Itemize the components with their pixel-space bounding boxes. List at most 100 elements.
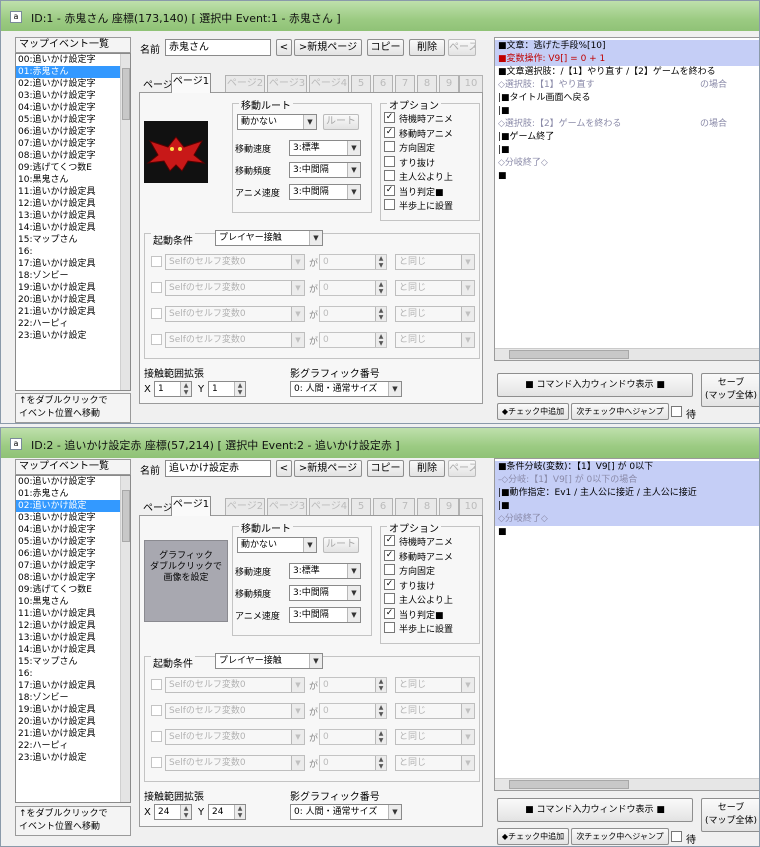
page-tab[interactable]: 6 bbox=[373, 498, 393, 516]
chevron-down-icon[interactable]: ▼ bbox=[291, 678, 304, 692]
event-list-item[interactable]: 07:追いかけ設定字 bbox=[16, 138, 120, 150]
condition-operator-select[interactable]: と同じ ▼ bbox=[395, 332, 475, 348]
page-tab[interactable]: 7 bbox=[395, 75, 415, 93]
paste-button[interactable]: ペースト bbox=[448, 460, 476, 477]
chevron-down-icon[interactable]: ▼ bbox=[388, 805, 401, 819]
event-list-item[interactable]: 12:追いかけ設定具 bbox=[16, 620, 120, 632]
chevron-down-icon[interactable]: ▼ bbox=[347, 608, 360, 622]
option-checkbox[interactable]: ✓ bbox=[384, 607, 395, 619]
event-list-item[interactable]: 01:赤鬼さん bbox=[16, 488, 120, 500]
condition-variable-select[interactable]: Selfのセルフ変数0 ▼ bbox=[165, 306, 305, 322]
condition-value[interactable]: 0 ▲ ▼ bbox=[319, 306, 387, 322]
page-tab[interactable]: 10 bbox=[459, 498, 483, 516]
chevron-down-icon[interactable]: ▼ bbox=[347, 163, 360, 177]
event-list[interactable]: 00:追いかけ設定字 01:赤鬼さん 02:追いかけ設定字 03:追いかけ設定字 04:… bbox=[15, 53, 131, 391]
freq-select[interactable]: 3:中間隔 ▼ bbox=[289, 162, 361, 178]
event-list-item[interactable]: 12:追いかけ設定具 bbox=[16, 198, 120, 210]
shadow-select[interactable]: 0: 人間・通常サイズ ▼ bbox=[290, 381, 402, 397]
chevron-down-icon[interactable]: ▼ bbox=[461, 333, 474, 347]
chevron-down-icon[interactable]: ▼ bbox=[291, 730, 304, 744]
page-tab[interactable]: 7 bbox=[395, 498, 415, 516]
save-button[interactable]: セーブ (マップ全体) bbox=[701, 798, 759, 832]
event-list-item[interactable]: 08:追いかけ設定字 bbox=[16, 150, 120, 162]
condition-value[interactable]: 0 ▲ ▼ bbox=[319, 677, 387, 693]
event-list-item[interactable]: 16: bbox=[16, 246, 120, 258]
scrollbar-thumb[interactable] bbox=[509, 780, 629, 789]
new-page-button[interactable]: >新規ページ bbox=[294, 460, 362, 477]
command-line[interactable]: -◇分岐:【1】V9[] が 0以下の場合 bbox=[495, 474, 759, 487]
event-list-item[interactable]: 14:追いかけ設定具 bbox=[16, 222, 120, 234]
event-list-item[interactable]: 06:追いかけ設定字 bbox=[16, 548, 120, 560]
option-checkbox[interactable] bbox=[384, 622, 395, 633]
option-checkbox[interactable] bbox=[384, 564, 395, 575]
page-tab[interactable]: ページ1 bbox=[171, 73, 211, 93]
chevron-down-icon[interactable]: ▼ bbox=[347, 564, 360, 578]
chevron-down-icon[interactable]: ▼ bbox=[461, 307, 474, 321]
range-x-stepper[interactable]: 1 ▲ ▼ bbox=[154, 381, 192, 397]
copy-button[interactable]: コピー bbox=[367, 460, 404, 477]
condition-variable-select[interactable]: Selfのセルフ変数0 ▼ bbox=[165, 677, 305, 693]
condition-operator-select[interactable]: と同じ ▼ bbox=[395, 703, 475, 719]
command-line[interactable]: ◇分岐終了◇ bbox=[495, 513, 759, 526]
trigger-select[interactable]: プレイヤー接触 ▼ bbox=[215, 230, 323, 246]
page-tab[interactable]: ページ4 bbox=[309, 498, 349, 516]
command-input-button[interactable]: ■ コマンド入力ウィンドウ表示 ■ bbox=[497, 373, 693, 397]
command-line[interactable]: |■ bbox=[498, 144, 510, 157]
event-list-item[interactable]: 19:追いかけ設定具 bbox=[16, 704, 120, 716]
event-list-item[interactable]: 04:追いかけ設定字 bbox=[16, 524, 120, 536]
event-list-item[interactable]: 11:追いかけ設定具 bbox=[16, 608, 120, 620]
event-list-item[interactable]: 00:追いかけ設定字 bbox=[16, 476, 120, 488]
check-add-button[interactable]: ◆チェック中追加 bbox=[497, 828, 569, 845]
copy-button[interactable]: コピー bbox=[367, 39, 404, 56]
stepper-arrows-icon[interactable]: ▲ ▼ bbox=[375, 756, 386, 770]
option-checkbox[interactable]: ✓ bbox=[384, 184, 395, 196]
stepper-arrows-icon[interactable]: ▲ ▼ bbox=[375, 307, 386, 321]
command-line[interactable]: ■文章：逃げた手段%[10] bbox=[495, 40, 759, 53]
prev-page-button[interactable]: < bbox=[276, 460, 292, 477]
command-line[interactable]: ◇分岐終了◇ bbox=[498, 157, 548, 170]
event-list-item[interactable]: 21:追いかけ設定具 bbox=[16, 728, 120, 740]
event-list-item[interactable]: 20:追いかけ設定具 bbox=[16, 716, 120, 728]
event-list-item[interactable]: 22:ハーピィ bbox=[16, 740, 120, 752]
event-list-scrollbar[interactable] bbox=[120, 476, 130, 802]
name-input[interactable]: 追いかけ設定赤 bbox=[165, 460, 271, 477]
page-tab[interactable]: 5 bbox=[351, 498, 371, 516]
event-list-item[interactable]: 03:追いかけ設定字 bbox=[16, 90, 120, 102]
condition-value[interactable]: 0 ▲ ▼ bbox=[319, 729, 387, 745]
command-line[interactable]: |■ bbox=[498, 105, 510, 118]
condition-value[interactable]: 0 ▲ ▼ bbox=[319, 254, 387, 270]
condition-operator-select[interactable]: と同じ ▼ bbox=[395, 254, 475, 270]
command-line[interactable]: |■ゲーム終了 bbox=[498, 131, 554, 144]
title-bar[interactable]: a ID:2 - 追いかけ設定赤 座標(57,214) [ 選択中 Event:… bbox=[1, 428, 759, 458]
stepper-arrows-icon[interactable]: ▲ ▼ bbox=[180, 382, 191, 396]
page-tab[interactable]: ページ2 bbox=[225, 498, 265, 516]
option-checkbox[interactable] bbox=[384, 155, 395, 167]
event-list-item[interactable]: 23:追いかけ設定 bbox=[16, 752, 120, 764]
event-list-scrollbar[interactable] bbox=[120, 54, 130, 390]
new-page-button[interactable]: >新規ページ bbox=[294, 39, 362, 56]
option-checkbox[interactable] bbox=[384, 593, 395, 604]
move-route-select[interactable]: 動かない ▼ bbox=[237, 537, 317, 553]
paste-button[interactable]: ペースト bbox=[448, 39, 476, 56]
condition-checkbox[interactable] bbox=[151, 731, 162, 742]
condition-checkbox[interactable] bbox=[151, 308, 162, 319]
condition-checkbox[interactable] bbox=[151, 256, 162, 267]
title-bar[interactable]: a ID:1 - 赤鬼さん 座標(173,140) [ 選択中 Event:1 … bbox=[1, 1, 759, 31]
option-checkbox[interactable] bbox=[384, 199, 395, 210]
option-checkbox[interactable] bbox=[384, 141, 395, 152]
condition-operator-select[interactable]: と同じ ▼ bbox=[395, 755, 475, 771]
condition-operator-select[interactable]: と同じ ▼ bbox=[395, 306, 475, 322]
command-line[interactable]: ■条件分岐(変数)：【1】V9[] が 0以下 bbox=[495, 461, 759, 474]
stepper-arrows-icon[interactable]: ▲ ▼ bbox=[375, 704, 386, 718]
route-button[interactable]: ルート bbox=[323, 537, 359, 553]
chevron-down-icon[interactable]: ▼ bbox=[461, 730, 474, 744]
event-list-item[interactable]: 11:追いかけ設定具 bbox=[16, 186, 120, 198]
condition-value[interactable]: 0 ▲ ▼ bbox=[319, 703, 387, 719]
range-y-stepper[interactable]: 1 ▲ ▼ bbox=[208, 381, 246, 397]
command-line[interactable]: ◇選択肢:【1】やり直す bbox=[498, 79, 595, 92]
prev-page-button[interactable]: < bbox=[276, 39, 292, 56]
freq-select[interactable]: 3:中間隔 ▼ bbox=[289, 585, 361, 601]
next-check-button[interactable]: 次チェック中へジャンプ bbox=[571, 403, 669, 420]
condition-checkbox[interactable] bbox=[151, 757, 162, 768]
stepper-arrows-icon[interactable]: ▲ ▼ bbox=[375, 333, 386, 347]
